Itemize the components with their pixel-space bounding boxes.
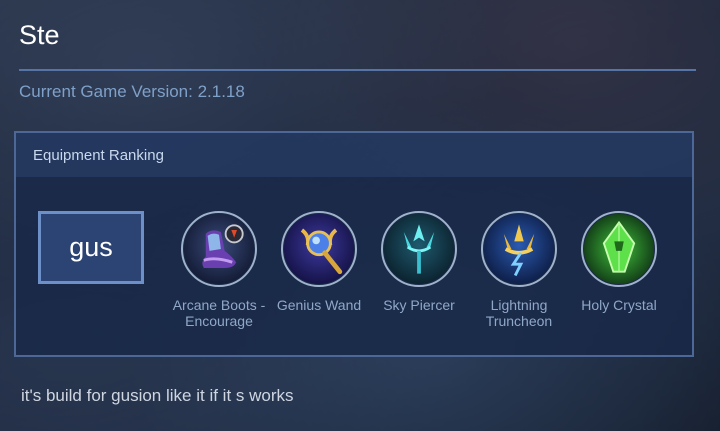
equipment-ranking-panel: Equipment Ranking gus Arcane Boots - Enc… (14, 131, 694, 357)
build-note: it's build for gusion like it if it s wo… (21, 386, 294, 405)
equipment-item-genius-wand[interactable]: Genius Wand (264, 211, 374, 313)
equipment-list: Arcane Boots - Encourage Genius Wand Sky… (164, 211, 684, 351)
equipment-item-label: Arcane Boots - Encourage (172, 297, 266, 329)
trident-icon (381, 211, 457, 287)
equipment-item-lightning-truncheon[interactable]: Lightning Truncheon (464, 211, 574, 329)
crystal-icon (581, 211, 657, 287)
equipment-item-label: Lightning Truncheon (485, 297, 553, 329)
equipment-item-label: Sky Piercer (383, 297, 455, 313)
game-version-text: Current Game Version: 2.1.18 (19, 82, 245, 101)
equipment-item-holy-crystal[interactable]: Holy Crystal (564, 211, 674, 313)
panel-header: Equipment Ranking (16, 133, 692, 177)
title-divider (19, 69, 696, 71)
boots-icon (181, 211, 257, 287)
equipment-item-label: Holy Crystal (581, 297, 657, 313)
equipment-item-sky-piercer[interactable]: Sky Piercer (364, 211, 474, 313)
equipment-item-label: Genius Wand (276, 297, 362, 313)
lightning-trident-icon (481, 211, 557, 287)
panel-title: Equipment Ranking (33, 146, 164, 164)
hero-tag-button[interactable]: gus (38, 211, 144, 284)
page-title: Ste (19, 20, 60, 50)
equipment-item-arcane-boots[interactable]: Arcane Boots - Encourage (164, 211, 274, 329)
wand-icon (281, 211, 357, 287)
